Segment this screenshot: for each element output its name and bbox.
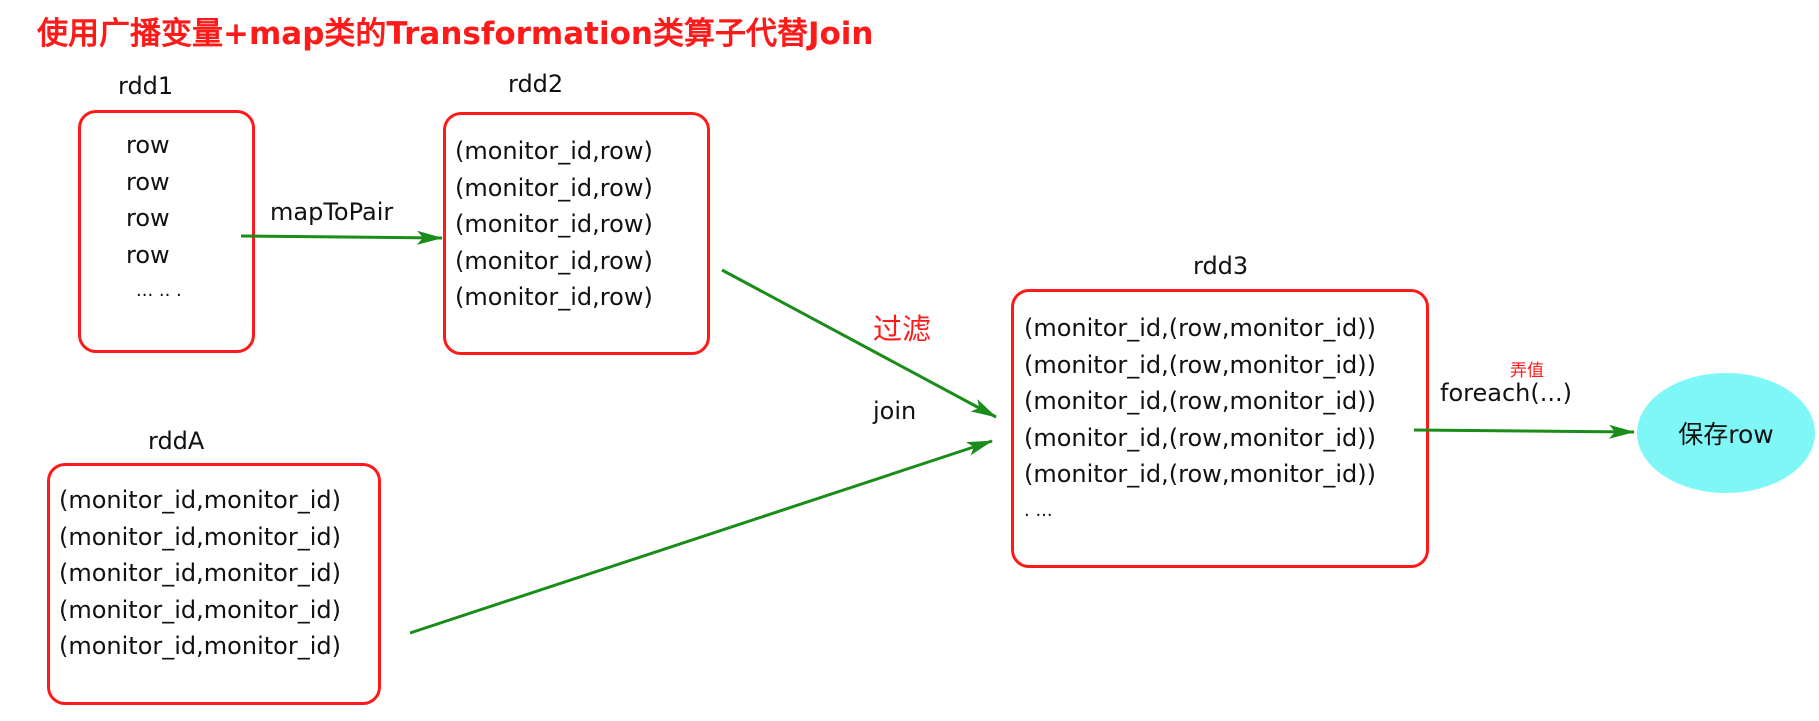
- diagram-title: 使用广播变量+map类的Transformation类算子代替Join: [37, 16, 874, 52]
- foreach-label: foreach(...): [1440, 379, 1572, 407]
- rdd1-box: row row row row ... .. .: [78, 110, 255, 353]
- filter-label: 过滤: [873, 312, 932, 346]
- rddA-rows: (monitor_id,monitor_id) (monitor_id,moni…: [59, 482, 341, 665]
- foreach-arrow: [1413, 424, 1635, 439]
- rdd3-rows: (monitor_id,(row,monitor_id)) (monitor_i…: [1024, 310, 1376, 529]
- rddA-row: (monitor_id,monitor_id): [59, 632, 341, 660]
- rdd1-row: row: [126, 240, 170, 269]
- rdd1-row: row: [126, 167, 170, 196]
- rddA-row: (monitor_id,monitor_id): [59, 559, 341, 587]
- rdd3-row: (monitor_id,(row,monitor_id)): [1024, 350, 1376, 379]
- rdd2-row: (monitor_id,row): [455, 173, 653, 202]
- map-to-pair-arrow: [240, 230, 443, 245]
- rddA-row: (monitor_id,monitor_id): [59, 595, 341, 624]
- rdd2-rows: (monitor_id,row) (monitor_id,row) (monit…: [455, 133, 653, 316]
- rddA-row: (monitor_id,monitor_id): [59, 522, 341, 551]
- rdd2-row: (monitor_id,row): [455, 137, 653, 165]
- rddA-label: rddA: [148, 427, 205, 455]
- rdd2-box: (monitor_id,row) (monitor_id,row) (monit…: [443, 112, 710, 355]
- rdd2-row: (monitor_id,row): [455, 210, 653, 238]
- save-row-node: 保存row: [1637, 373, 1815, 493]
- map-to-pair-label: mapToPair: [270, 198, 394, 226]
- rdd2-row: (monitor_id,row): [455, 283, 653, 311]
- rdd2-label: rdd2: [508, 70, 564, 98]
- save-row-label: 保存row: [1678, 420, 1774, 449]
- rddA-row: (monitor_id,monitor_id): [59, 486, 341, 514]
- rdd1-row-ellipsis: ... .. .: [136, 280, 182, 301]
- join-label: join: [873, 397, 917, 425]
- rdd3-row: (monitor_id,(row,monitor_id)): [1024, 460, 1376, 488]
- rdd3-label: rdd3: [1193, 252, 1249, 280]
- rdd3-box: (monitor_id,(row,monitor_id)) (monitor_i…: [1011, 289, 1429, 568]
- rdd2-row: (monitor_id,row): [455, 246, 653, 275]
- rdd1-rows: row row row row ... .. .: [126, 127, 182, 310]
- foreach-note-label: 弄值: [1510, 361, 1544, 381]
- rdd1-row: row: [126, 204, 170, 232]
- rdd1-label: rdd1: [118, 72, 174, 100]
- rdd3-row: (monitor_id,(row,monitor_id)): [1024, 423, 1376, 452]
- rdd3-row-ellipsis: . ...: [1024, 499, 1053, 521]
- rdd1-row: row: [126, 131, 170, 159]
- rddA-box: (monitor_id,monitor_id) (monitor_id,moni…: [47, 463, 381, 705]
- rdd3-row: (monitor_id,(row,monitor_id)): [1024, 387, 1376, 415]
- join-arrow: [409, 439, 993, 635]
- rdd3-row: (monitor_id,(row,monitor_id)): [1024, 314, 1376, 342]
- filter-arrow: [721, 268, 997, 419]
